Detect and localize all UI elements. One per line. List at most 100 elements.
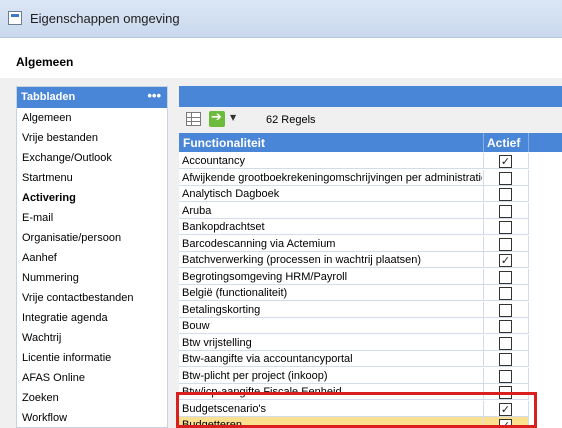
functionality-name: Btw vrijstelling xyxy=(182,336,252,349)
cell-divider xyxy=(528,169,529,186)
sidebar-item[interactable]: Nummering xyxy=(17,268,167,288)
sidebar-item[interactable]: Organisatie/persoon xyxy=(17,228,167,248)
page-header: Algemeen xyxy=(0,38,562,78)
cell-divider xyxy=(483,219,484,235)
functionality-name: Begrotingsomgeving HRM/Payroll xyxy=(182,270,348,283)
cell-divider xyxy=(528,252,529,268)
actief-checkbox[interactable] xyxy=(499,353,512,366)
cell-divider xyxy=(483,252,484,268)
table-row[interactable]: Bouw xyxy=(179,318,529,334)
sidebar-item[interactable]: Vrije contactbestanden xyxy=(17,288,167,308)
sidebar-item[interactable]: Algemeen xyxy=(17,108,167,128)
table-row[interactable]: Btw vrijstelling xyxy=(179,334,529,351)
functionality-name: Btw-plicht per project (inkoop) xyxy=(182,369,328,382)
table-row[interactable]: Batchverwerking (processen in wachtrij p… xyxy=(179,252,529,268)
sidebar-title: Tabbladen xyxy=(21,91,76,103)
actief-checkbox[interactable] xyxy=(499,336,512,350)
table-row[interactable]: Afwijkende grootboekrekeningomschrijving… xyxy=(179,169,529,186)
actief-checkbox[interactable] xyxy=(499,287,512,300)
functionality-grid: Functionaliteit Actief Accountancy ✓ Afwij… xyxy=(179,133,562,428)
sidebar-item[interactable]: Zoeken xyxy=(17,388,167,408)
table-row[interactable]: Betalingskorting xyxy=(179,301,529,318)
table-row[interactable]: Bankopdrachtset xyxy=(179,219,529,235)
cell-divider xyxy=(528,367,529,384)
actief-checkbox[interactable] xyxy=(499,303,512,317)
sidebar-item[interactable]: AFAS Online xyxy=(17,368,167,388)
actief-checkbox[interactable] xyxy=(499,270,512,284)
cell-divider xyxy=(528,318,529,334)
cell-divider xyxy=(528,235,529,252)
chevron-down-icon[interactable]: ▼ xyxy=(230,113,236,122)
cell-divider xyxy=(483,153,484,169)
table-row[interactable]: Btw-plicht per project (inkoop) xyxy=(179,367,529,384)
window-titlebar: Eigenschappen omgeving xyxy=(0,0,562,38)
functionality-name: Bankopdrachtset xyxy=(182,221,265,233)
cell-divider xyxy=(483,285,484,301)
actief-checkbox[interactable] xyxy=(499,369,512,383)
window-app-icon xyxy=(8,11,22,25)
functionality-name: België (functionaliteit) xyxy=(182,287,288,299)
cell-divider xyxy=(483,367,484,384)
sidebar-item[interactable]: Vrije bestanden xyxy=(17,128,167,148)
sidebar: Tabbladen ••• Algemeen Vrije bestanden Exc… xyxy=(16,86,168,428)
column-header-actief[interactable]: Actief xyxy=(487,136,520,150)
sidebar-item[interactable]: Wachtrij xyxy=(17,328,167,348)
actief-checkbox[interactable] xyxy=(499,204,512,218)
cell-divider xyxy=(528,351,529,367)
cell-divider xyxy=(528,334,529,351)
sidebar-item[interactable]: Startmenu xyxy=(17,168,167,188)
table-row[interactable]: Barcodescanning via Actemium xyxy=(179,235,529,252)
table-row[interactable]: Begrotingsomgeving HRM/Payroll xyxy=(179,268,529,285)
sidebar-item[interactable]: E-mail xyxy=(17,208,167,228)
functionality-name: Aruba xyxy=(182,204,212,217)
cell-divider xyxy=(483,202,484,219)
cell-divider xyxy=(528,301,529,318)
functionality-name: Bouw xyxy=(182,320,210,332)
actief-checkbox[interactable] xyxy=(499,171,512,185)
cell-divider xyxy=(483,318,484,334)
panel-header xyxy=(179,86,562,107)
actief-checkbox[interactable] xyxy=(499,221,512,234)
sidebar-more-icon[interactable]: ••• xyxy=(147,88,161,103)
functionality-name: Accountancy xyxy=(182,155,245,167)
window-title: Eigenschappen omgeving xyxy=(30,11,180,26)
cell-divider xyxy=(483,351,484,367)
table-row[interactable]: België (functionaliteit) xyxy=(179,285,529,301)
column-divider xyxy=(483,133,484,152)
functionality-name: Btw-aangifte via accountancyportal xyxy=(182,353,353,365)
arrow-right-icon[interactable] xyxy=(209,110,225,127)
actief-checkbox[interactable] xyxy=(499,320,512,333)
sidebar-item[interactable]: Licentie informatie xyxy=(17,348,167,368)
table-row[interactable]: Analytisch Dagboek xyxy=(179,186,529,202)
table-row[interactable]: Aruba xyxy=(179,202,529,219)
column-divider xyxy=(528,133,529,152)
sidebar-item[interactable]: Integratie agenda xyxy=(17,308,167,328)
cell-divider xyxy=(483,235,484,252)
actief-checkbox[interactable] xyxy=(499,188,512,201)
grid-icon[interactable] xyxy=(186,112,201,126)
cell-divider xyxy=(483,268,484,285)
record-count: 62 Regels xyxy=(266,114,316,126)
sidebar-item[interactable]: Aanhef xyxy=(17,248,167,268)
functionality-name: Analytisch Dagboek xyxy=(182,188,280,200)
table-row[interactable]: Btw-aangifte via accountancyportal xyxy=(179,351,529,367)
actief-checkbox[interactable]: ✓ xyxy=(499,155,512,168)
cell-divider xyxy=(483,186,484,202)
actief-checkbox[interactable]: ✓ xyxy=(499,254,512,267)
highlight-annotation xyxy=(176,392,537,428)
column-header-functionaliteit[interactable]: Functionaliteit xyxy=(183,136,265,150)
functionality-name: Afwijkende grootboekrekeningomschrijving… xyxy=(182,171,482,184)
actief-checkbox[interactable] xyxy=(499,237,512,251)
table-row[interactable]: Accountancy ✓ xyxy=(179,153,529,169)
sidebar-item[interactable]: Activering xyxy=(17,188,167,208)
functionality-name: Barcodescanning via Actemium xyxy=(182,237,336,250)
cell-divider xyxy=(528,153,529,169)
sidebar-item[interactable]: Workflow xyxy=(17,408,167,428)
cell-divider xyxy=(483,169,484,186)
toolbar: ▼ 62 Regels xyxy=(179,107,562,133)
section-title: Algemeen xyxy=(16,55,74,69)
cell-divider xyxy=(528,268,529,285)
sidebar-item[interactable]: Exchange/Outlook xyxy=(17,148,167,168)
functionality-name: Betalingskorting xyxy=(182,303,261,316)
cell-divider xyxy=(528,285,529,301)
